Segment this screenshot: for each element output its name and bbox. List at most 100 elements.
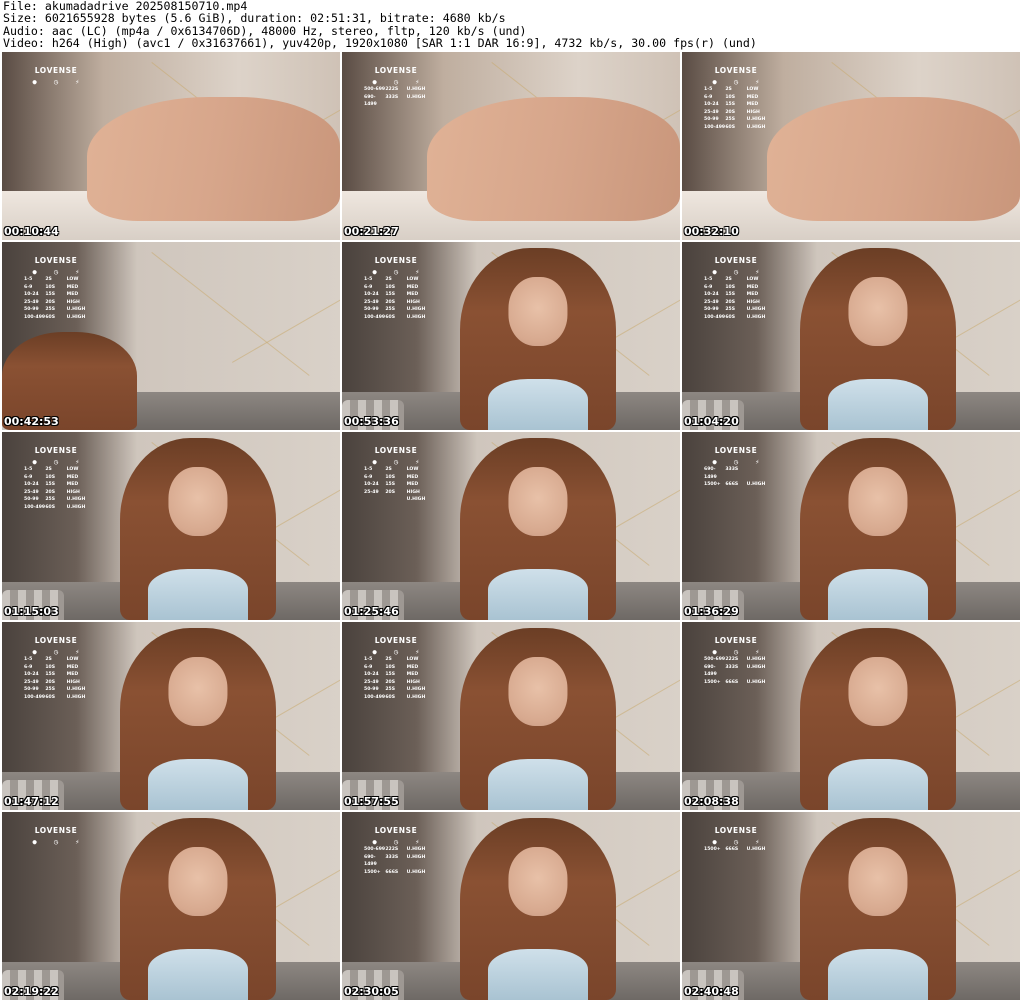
tier-level: MED (66, 474, 79, 480)
tip-tier-row: 500-699 222S U.HIGH (364, 86, 428, 94)
video-thumbnail[interactable]: LOVENSE ● ◷ ⚡ 1-5 2S LOW 6-9 10S MED 10-24 15S MED 25… (2, 432, 340, 620)
tier-duration: 10S (45, 284, 56, 290)
lovense-overlay: LOVENSE ● ◷ ⚡ 1-5 2S LOW 6-9 10S MED 10-24 15S MED 25… (704, 66, 768, 131)
lovense-overlay: LOVENSE ● ◷ ⚡ 1-5 2S LOW 6-9 10S MED 10-24 15S MED 25… (24, 446, 88, 511)
video-info: Video: h264 (High) (avc1 / 0x31637661), … (3, 37, 757, 50)
lovense-logo: LOVENSE (374, 256, 418, 265)
tier-duration: 2S (725, 87, 732, 92)
tier-level: U.HIGH (406, 314, 426, 320)
tier-level: U.HIGH (406, 854, 426, 860)
tier-duration: 10S (45, 664, 56, 670)
coin-icon: ● (32, 78, 37, 86)
shirt (488, 949, 588, 1000)
lightning-icon: ⚡ (415, 838, 420, 846)
video-thumbnail[interactable]: LOVENSE ● ◷ ⚡ 1-5 2S LOW 6-9 10S MED 10-24 15S MED 25… (2, 242, 340, 430)
timestamp: 00:42:53 (4, 415, 59, 428)
lovense-overlay: LOVENSE ● ◷ ⚡ (24, 66, 88, 86)
overlay-icons: ● ◷ ⚡ (24, 648, 88, 656)
face (508, 277, 568, 347)
tier-range: 1-5 (24, 277, 33, 282)
tier-duration: 333S (725, 664, 739, 670)
tier-range: 50-99 (24, 687, 39, 692)
tip-tier-row: 1500+ 666S U.HIGH (704, 481, 768, 489)
video-thumbnail[interactable]: LOVENSE ● ◷ ⚡ 00:10:44 (2, 52, 340, 240)
tier-level: U.HIGH (746, 307, 766, 312)
tip-tier-row: 1-5 2S LOW (24, 276, 88, 284)
tier-duration: 10S (385, 284, 396, 290)
tier-duration: 25S (385, 307, 396, 312)
tier-range: 1500+ (704, 679, 721, 685)
video-thumbnail[interactable]: LOVENSE ● ◷ ⚡ 690-1499 333S 1500+ 666S U.HIGH 01:… (682, 432, 1020, 620)
tip-tier-row: 1-5 2S LOW (364, 656, 428, 664)
clock-icon: ◷ (53, 838, 59, 846)
tip-tier-row: 25-49 20S HIGH (24, 679, 88, 687)
face (508, 847, 568, 917)
lovense-logo: LOVENSE (34, 636, 78, 645)
tip-tier-row: 1-5 2S LOW (364, 276, 428, 284)
tip-tier-row: 690-1499 333S (704, 466, 768, 481)
overlay-icons: ● ◷ ⚡ (704, 648, 768, 656)
video-thumbnail[interactable]: LOVENSE ● ◷ ⚡ 500-699 222S U.HIGH 690-1499 333S U… (342, 812, 680, 1000)
tier-range: 25-49 (24, 679, 39, 685)
tier-range: 690-1499 (364, 94, 377, 108)
video-thumbnail[interactable]: LOVENSE ● ◷ ⚡ 1-5 2S LOW 6-9 10S MED 10-24 15S MED 25… (342, 242, 680, 430)
lovense-overlay: LOVENSE ● ◷ ⚡ 1-5 2S LOW 6-9 10S MED 10-24 15S MED 25… (704, 256, 768, 321)
tip-tier-row: 1-5 2S LOW (704, 86, 768, 94)
overlay-icons: ● ◷ ⚡ (24, 458, 88, 466)
shirt (148, 569, 248, 620)
video-thumbnail[interactable]: LOVENSE ● ◷ ⚡ 1500+ 666S U.HIGH 02:40:48 (682, 812, 1020, 1000)
tier-duration: 20S (725, 109, 736, 115)
tier-range: 100-499 (24, 694, 46, 700)
tier-level: LOW (406, 657, 419, 662)
tier-level: MED (746, 94, 759, 100)
timestamp: 01:57:55 (344, 795, 399, 808)
lovense-overlay: LOVENSE ● ◷ ⚡ 1500+ 666S U.HIGH (704, 826, 768, 854)
tier-duration: 2S (725, 277, 732, 282)
tier-level: U.HIGH (746, 847, 766, 852)
file-info-header: File: akumadadrive_202508150710.mp4 Size… (3, 0, 1021, 50)
tier-duration: 333S (385, 94, 399, 100)
tier-range: 1-5 (24, 657, 33, 662)
video-thumbnail[interactable]: LOVENSE ● ◷ ⚡ 1-5 2S LOW 6-9 10S MED 10-24 15S MED 25… (342, 622, 680, 810)
tier-range: 1-5 (704, 277, 713, 282)
tier-duration: 15S (385, 672, 396, 677)
video-thumbnail[interactable]: LOVENSE ● ◷ ⚡ 1-5 2S LOW 6-9 10S MED 10-24 15S MED 25… (682, 52, 1020, 240)
clock-icon: ◷ (733, 648, 739, 656)
tier-range: 6-9 (24, 664, 33, 670)
video-thumbnail[interactable]: LOVENSE ● ◷ ⚡ 02:19:22 (2, 812, 340, 1000)
coin-icon: ● (372, 78, 377, 86)
person (120, 438, 276, 620)
lovense-logo: LOVENSE (374, 446, 418, 455)
timestamp: 02:19:22 (4, 985, 59, 998)
tier-level: LOW (66, 657, 79, 662)
tier-level: U.HIGH (746, 664, 766, 670)
lightning-icon: ⚡ (75, 838, 80, 846)
lovense-overlay: LOVENSE ● ◷ ⚡ (24, 826, 88, 846)
video-thumbnail[interactable]: LOVENSE ● ◷ ⚡ 1-5 2S LOW 6-9 10S MED 10-24 15S MED 25… (682, 242, 1020, 430)
tier-range: 690-1499 (364, 854, 377, 868)
tier-level: MED (66, 672, 79, 677)
lovense-overlay: LOVENSE ● ◷ ⚡ 1-5 2S LOW 6-9 10S MED 10-24 15S MED 25… (24, 636, 88, 701)
tier-level (747, 466, 768, 481)
tier-duration: 222S (385, 87, 399, 92)
tier-range: 6-9 (364, 284, 373, 290)
video-thumbnail[interactable]: LOVENSE ● ◷ ⚡ 1-5 2S LOW 6-9 10S MED 10-24 15S MED 25… (342, 432, 680, 620)
tier-range: 1500+ (364, 869, 381, 875)
video-thumbnail[interactable]: LOVENSE ● ◷ ⚡ 500-699 222S U.HIGH 690-1499 333S U… (342, 52, 680, 240)
video-thumbnail[interactable]: LOVENSE ● ◷ ⚡ 500-699 222S U.HIGH 690-1499 333S U… (682, 622, 1020, 810)
shirt (828, 759, 928, 810)
tier-range: 25-49 (704, 109, 719, 115)
timestamp: 01:15:03 (4, 605, 59, 618)
video-thumbnail[interactable]: LOVENSE ● ◷ ⚡ 1-5 2S LOW 6-9 10S MED 10-24 15S MED 25… (2, 622, 340, 810)
timestamp: 00:32:10 (684, 225, 739, 238)
lovense-logo: LOVENSE (714, 636, 758, 645)
tier-duration: 2S (385, 277, 392, 282)
tier-duration: 15S (45, 482, 56, 487)
tier-level: U.HIGH (406, 687, 426, 692)
lovense-overlay: LOVENSE ● ◷ ⚡ 500-699 222S U.HIGH 690-1499 333S U… (364, 66, 428, 109)
lightning-icon: ⚡ (755, 268, 760, 276)
tier-level: MED (406, 284, 419, 290)
tier-duration: 25S (385, 687, 396, 692)
person (800, 438, 956, 620)
face (508, 657, 568, 727)
